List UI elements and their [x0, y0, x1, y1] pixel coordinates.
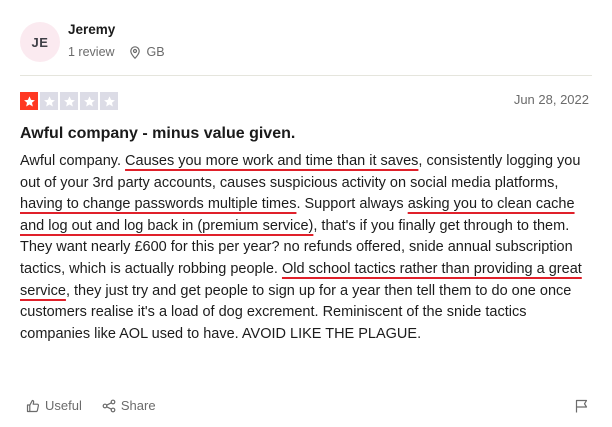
review-date: Jun 28, 2022	[513, 92, 589, 107]
highlighted-phrase: having to change passwords multiple time…	[20, 196, 297, 213]
review-actions: Useful Share	[26, 398, 176, 413]
reviewer-name[interactable]: Jeremy	[68, 22, 115, 37]
highlighted-phrase: Causes you more work and time than it sa…	[125, 153, 419, 169]
useful-button[interactable]: Useful	[26, 398, 82, 413]
star-icon	[20, 92, 38, 110]
divider	[20, 75, 592, 76]
review-body: Awful company. Causes you more work and …	[20, 151, 590, 345]
reviewer-meta: 1 review GB	[68, 45, 165, 59]
review-count: 1 review	[68, 45, 115, 59]
share-button[interactable]: Share	[102, 398, 156, 413]
avatar[interactable]: JE	[20, 22, 60, 62]
share-icon	[102, 399, 116, 413]
thumbs-up-icon	[26, 399, 40, 413]
reviewer-country: GB	[146, 45, 165, 59]
flag-icon[interactable]	[575, 399, 588, 418]
review-text: . Support always	[296, 196, 408, 213]
useful-label: Useful	[45, 398, 82, 413]
review-text: , they just try and get people to sign u…	[20, 282, 572, 342]
share-label: Share	[120, 398, 156, 413]
star-icon	[60, 92, 78, 110]
star-icon	[80, 92, 98, 110]
star-icon	[40, 92, 58, 110]
review-title[interactable]: Awful company - minus value given.	[20, 125, 295, 143]
location-pin-icon	[129, 45, 141, 59]
star-icon	[100, 92, 118, 110]
review-text: Awful company.	[20, 153, 126, 169]
star-rating	[20, 92, 118, 110]
